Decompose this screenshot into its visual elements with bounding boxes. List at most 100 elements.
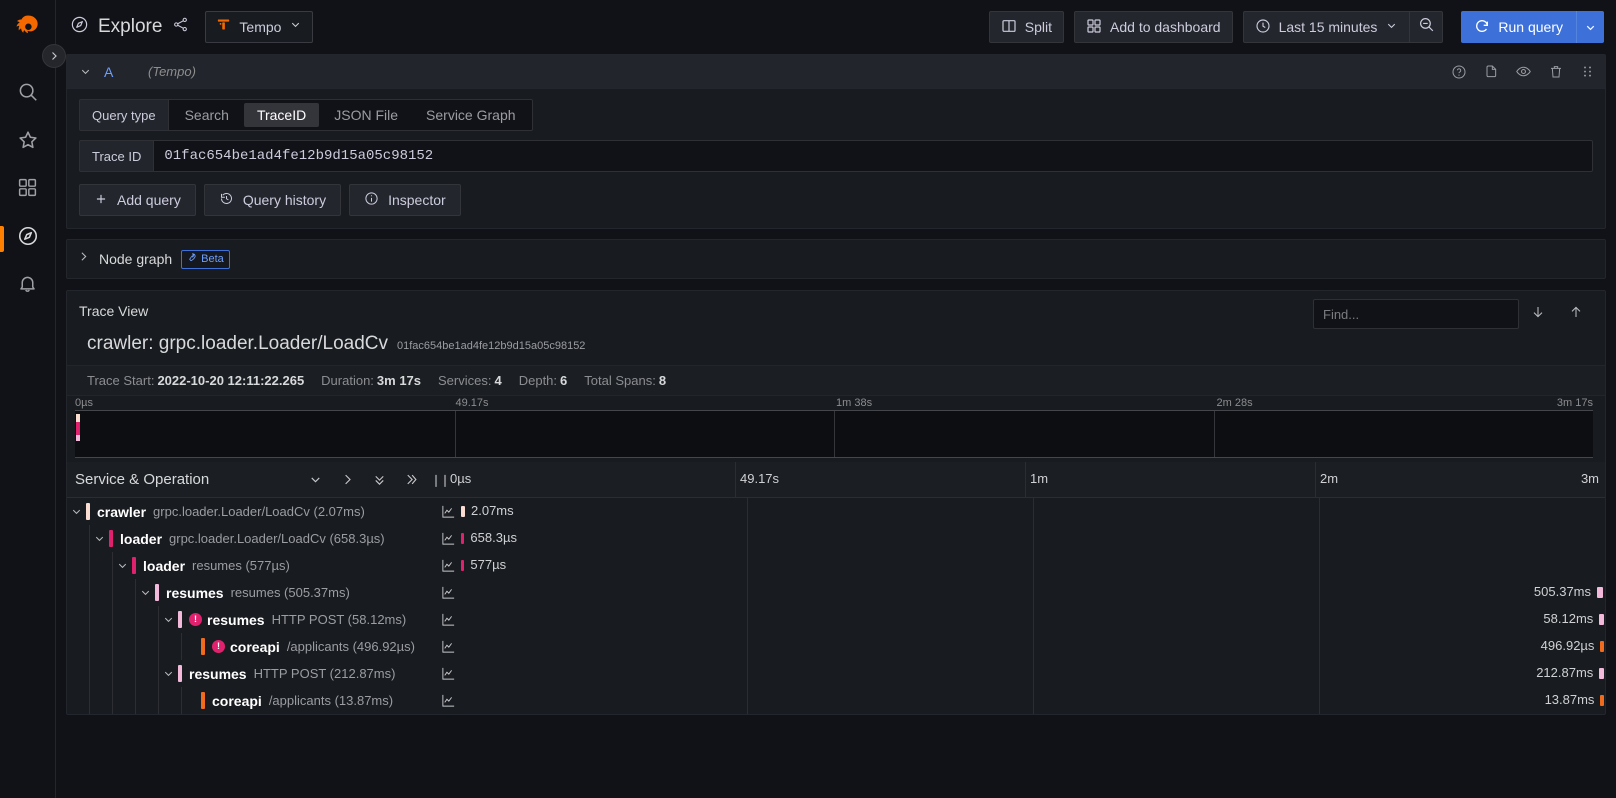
- span-timeline-track[interactable]: 58.12ms: [461, 606, 1605, 633]
- datasource-name: Tempo: [239, 19, 282, 35]
- span-timeline-track[interactable]: 212.87ms: [461, 660, 1605, 687]
- timeline-tick-label: 0µs: [450, 470, 472, 486]
- span-row[interactable]: resumes resumes (505.37ms) 505.37ms: [67, 579, 1605, 606]
- find-next-button[interactable]: [1519, 299, 1557, 329]
- span-service-name: loader: [120, 530, 163, 547]
- total-spans-label: Total Spans:: [584, 373, 656, 388]
- span-row-label[interactable]: ! resumes HTTP POST (58.12ms): [67, 606, 435, 633]
- span-metrics-icon[interactable]: [435, 693, 461, 708]
- span-row[interactable]: loader grpc.loader.Loader/LoadCv (658.3µs…: [67, 525, 1605, 552]
- span-row-label[interactable]: ! coreapi/applicants (496.92µs): [67, 633, 435, 660]
- find-prev-button[interactable]: [1557, 299, 1595, 329]
- span-timeline-track[interactable]: 496.92µs: [461, 633, 1605, 660]
- sidebar-item-search[interactable]: [0, 70, 56, 118]
- query-type-option-search[interactable]: Search: [172, 103, 242, 127]
- span-metrics-icon[interactable]: [435, 666, 461, 681]
- span-metrics-icon[interactable]: [435, 612, 461, 627]
- copy-icon[interactable]: [1483, 64, 1499, 80]
- span-row-label[interactable]: crawler grpc.loader.Loader/LoadCv (2.07ms…: [67, 498, 435, 525]
- query-datasource-note: (Tempo): [148, 64, 196, 79]
- trace-id-input[interactable]: [153, 140, 1593, 172]
- double-chevron-down-icon[interactable]: [372, 472, 387, 487]
- service-operation-header: Service & Operation: [67, 471, 435, 488]
- share-icon[interactable]: [172, 16, 189, 38]
- span-row[interactable]: loader resumes (577µs) 577µs: [67, 552, 1605, 579]
- timeline-gridline: [1033, 687, 1034, 714]
- span-row[interactable]: crawler grpc.loader.Loader/LoadCv (2.07ms…: [67, 498, 1605, 525]
- column-resizer[interactable]: ❙❙: [431, 473, 450, 487]
- query-type-option-json-file[interactable]: JSON File: [321, 103, 411, 127]
- expand-span-chevron-down-icon[interactable]: [113, 559, 132, 572]
- span-metrics-icon[interactable]: [435, 531, 461, 546]
- span-duration-label: 658.3µs: [470, 530, 517, 545]
- total-spans-meta: Total Spans: 8: [584, 373, 666, 388]
- service-color-bar: [178, 611, 182, 628]
- span-row[interactable]: coreapi/applicants (13.87ms) 13.87ms: [67, 687, 1605, 714]
- timeline-gridline: [1319, 498, 1320, 525]
- expand-span-chevron-down-icon[interactable]: [159, 613, 178, 626]
- split-button[interactable]: Split: [988, 11, 1065, 43]
- span-row-label[interactable]: resumes HTTP POST (212.87ms): [67, 660, 435, 687]
- span-row[interactable]: ! coreapi/applicants (496.92µs) 496.92µs: [67, 633, 1605, 660]
- sidebar-item-explore[interactable]: [0, 214, 56, 262]
- node-graph-section[interactable]: Node graph Beta: [66, 239, 1606, 279]
- query-type-option-service-graph[interactable]: Service Graph: [413, 103, 528, 127]
- time-range-picker[interactable]: Last 15 minutes: [1242, 11, 1410, 43]
- minimap-gridline: [1213, 411, 1215, 457]
- run-query-button[interactable]: Run query: [1461, 11, 1576, 43]
- minimap-tick: 2m 28s: [1216, 397, 1253, 409]
- chevron-down-icon[interactable]: [308, 472, 323, 487]
- eye-icon[interactable]: [1515, 63, 1532, 80]
- expand-span-chevron-down-icon[interactable]: [67, 505, 86, 518]
- span-timeline-track[interactable]: 505.37ms: [461, 579, 1605, 606]
- timeline-gridline: [1033, 552, 1034, 579]
- timeline-gridline: [735, 461, 736, 498]
- trash-icon[interactable]: [1548, 64, 1564, 80]
- span-timeline-track[interactable]: 13.87ms: [461, 687, 1605, 714]
- sidebar-item-dashboards[interactable]: [0, 166, 56, 214]
- run-query-options-button[interactable]: [1576, 11, 1604, 43]
- collapse-query-chevron-icon[interactable]: [79, 65, 92, 78]
- span-duration-label: 212.87ms: [1536, 665, 1594, 680]
- span-row[interactable]: resumes HTTP POST (212.87ms) 212.87ms: [67, 660, 1605, 687]
- inspector-button[interactable]: Inspector: [349, 184, 461, 216]
- span-metrics-icon[interactable]: [435, 558, 461, 573]
- expand-nav-button[interactable]: [42, 44, 66, 68]
- add-query-button[interactable]: Add query: [79, 184, 196, 216]
- sidebar-item-alerting[interactable]: [0, 262, 56, 310]
- sidebar-item-starred[interactable]: [0, 118, 56, 166]
- expand-span-chevron-down-icon[interactable]: [159, 667, 178, 680]
- timeline-gridline: [747, 579, 748, 606]
- expand-span-chevron-down-icon[interactable]: [136, 586, 155, 599]
- minimap-canvas[interactable]: [75, 410, 1593, 458]
- query-history-button[interactable]: Query history: [203, 184, 342, 216]
- span-timeline-track[interactable]: 577µs: [461, 552, 1605, 579]
- double-chevron-right-icon[interactable]: [404, 472, 419, 487]
- span-row[interactable]: ! resumes HTTP POST (58.12ms) 58.12ms: [67, 606, 1605, 633]
- query-type-option-traceid[interactable]: TraceID: [243, 103, 320, 127]
- help-icon[interactable]: [1451, 64, 1467, 80]
- grafana-logo[interactable]: [8, 8, 48, 48]
- search-input[interactable]: [1313, 299, 1519, 329]
- span-metrics-icon[interactable]: [435, 504, 461, 519]
- grid-icon: [1086, 18, 1102, 37]
- drag-handle-icon[interactable]: [1580, 64, 1595, 79]
- span-timeline-track[interactable]: 658.3µs: [461, 525, 1605, 552]
- chevron-right-icon[interactable]: [340, 472, 355, 487]
- indent-guide: [67, 579, 90, 606]
- span-row-label[interactable]: resumes resumes (505.37ms): [67, 579, 435, 606]
- span-row-label[interactable]: loader resumes (577µs): [67, 552, 435, 579]
- span-timeline-track[interactable]: 2.07ms: [461, 498, 1605, 525]
- span-row-label[interactable]: coreapi/applicants (13.87ms): [67, 687, 435, 714]
- trace-minimap[interactable]: 0µs 49.17s 1m 38s 2m 28s 3m 17s: [67, 396, 1605, 462]
- indent-guides: [67, 525, 90, 552]
- split-icon: [1001, 18, 1017, 37]
- span-row-label[interactable]: loader grpc.loader.Loader/LoadCv (658.3µs…: [67, 525, 435, 552]
- span-metrics-icon[interactable]: [435, 639, 461, 654]
- zoom-out-button[interactable]: [1409, 11, 1444, 43]
- expand-span-chevron-down-icon[interactable]: [90, 532, 109, 545]
- span-metrics-icon[interactable]: [435, 585, 461, 600]
- clock-icon: [1255, 18, 1271, 37]
- datasource-picker[interactable]: Tempo: [205, 11, 314, 43]
- add-to-dashboard-button[interactable]: Add to dashboard: [1074, 11, 1233, 43]
